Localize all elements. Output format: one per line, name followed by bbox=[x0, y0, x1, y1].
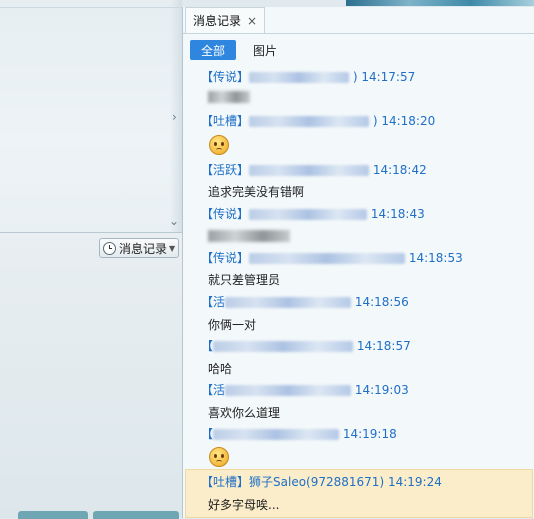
top-image-strip bbox=[346, 0, 534, 6]
message-header: 【传说】 14:18:53 bbox=[201, 251, 463, 265]
chevron-down-icon[interactable]: ⌄ bbox=[169, 214, 179, 228]
message-header: 【传说】 14:18:43 bbox=[201, 207, 425, 221]
message-body: 就只差管理员 bbox=[208, 273, 281, 287]
message-header: 【吐槽】狮子Saleo(972881671) 14:19:24 bbox=[201, 475, 442, 489]
message-header: 【 14:19:18 bbox=[201, 427, 397, 441]
message-body: 你俩一对 bbox=[208, 318, 257, 332]
tab-message-history[interactable]: 消息记录 × bbox=[185, 7, 265, 33]
divider bbox=[183, 33, 534, 34]
message-history-label: 消息记录 bbox=[119, 241, 168, 256]
input-area[interactable] bbox=[0, 233, 182, 518]
message-body: 好多字母唉... bbox=[208, 498, 280, 512]
message-header: 【活 14:19:03 bbox=[201, 383, 409, 397]
filter-all-button[interactable]: 全部 bbox=[190, 40, 236, 60]
message-header: 【活跃】 14:18:42 bbox=[201, 163, 427, 177]
message-body bbox=[208, 89, 250, 103]
message-body bbox=[208, 228, 290, 242]
message-body: 哈哈 bbox=[208, 362, 233, 376]
message-body: 追求完美没有错啊 bbox=[208, 185, 305, 199]
message-header: 【吐槽】 ) 14:18:20 bbox=[201, 114, 436, 128]
divider bbox=[0, 7, 182, 8]
filter-images-button[interactable]: 图片 bbox=[253, 40, 277, 60]
message-body: 喜欢你么道理 bbox=[208, 406, 281, 420]
close-icon[interactable]: × bbox=[247, 14, 257, 28]
message-history-button[interactable]: 消息记录 ▼ bbox=[99, 238, 179, 258]
dropdown-arrow-icon: ▼ bbox=[169, 243, 176, 253]
message-history-panel: 消息记录 × 全部 图片 【传说】 ) 14:17:57 【吐槽】 ) 14:1… bbox=[182, 7, 534, 518]
emoji-icon bbox=[209, 135, 229, 155]
chevron-right-icon[interactable]: › bbox=[172, 110, 177, 124]
tab-title: 消息记录 bbox=[193, 14, 242, 28]
message-header: 【传说】 ) 14:17:57 bbox=[201, 70, 416, 84]
message-header: 【 14:18:57 bbox=[201, 339, 411, 353]
message-header: 【活 14:18:56 bbox=[201, 295, 409, 309]
emoji-icon bbox=[209, 447, 229, 467]
clock-icon bbox=[103, 241, 116, 255]
chat-area bbox=[0, 0, 182, 232]
